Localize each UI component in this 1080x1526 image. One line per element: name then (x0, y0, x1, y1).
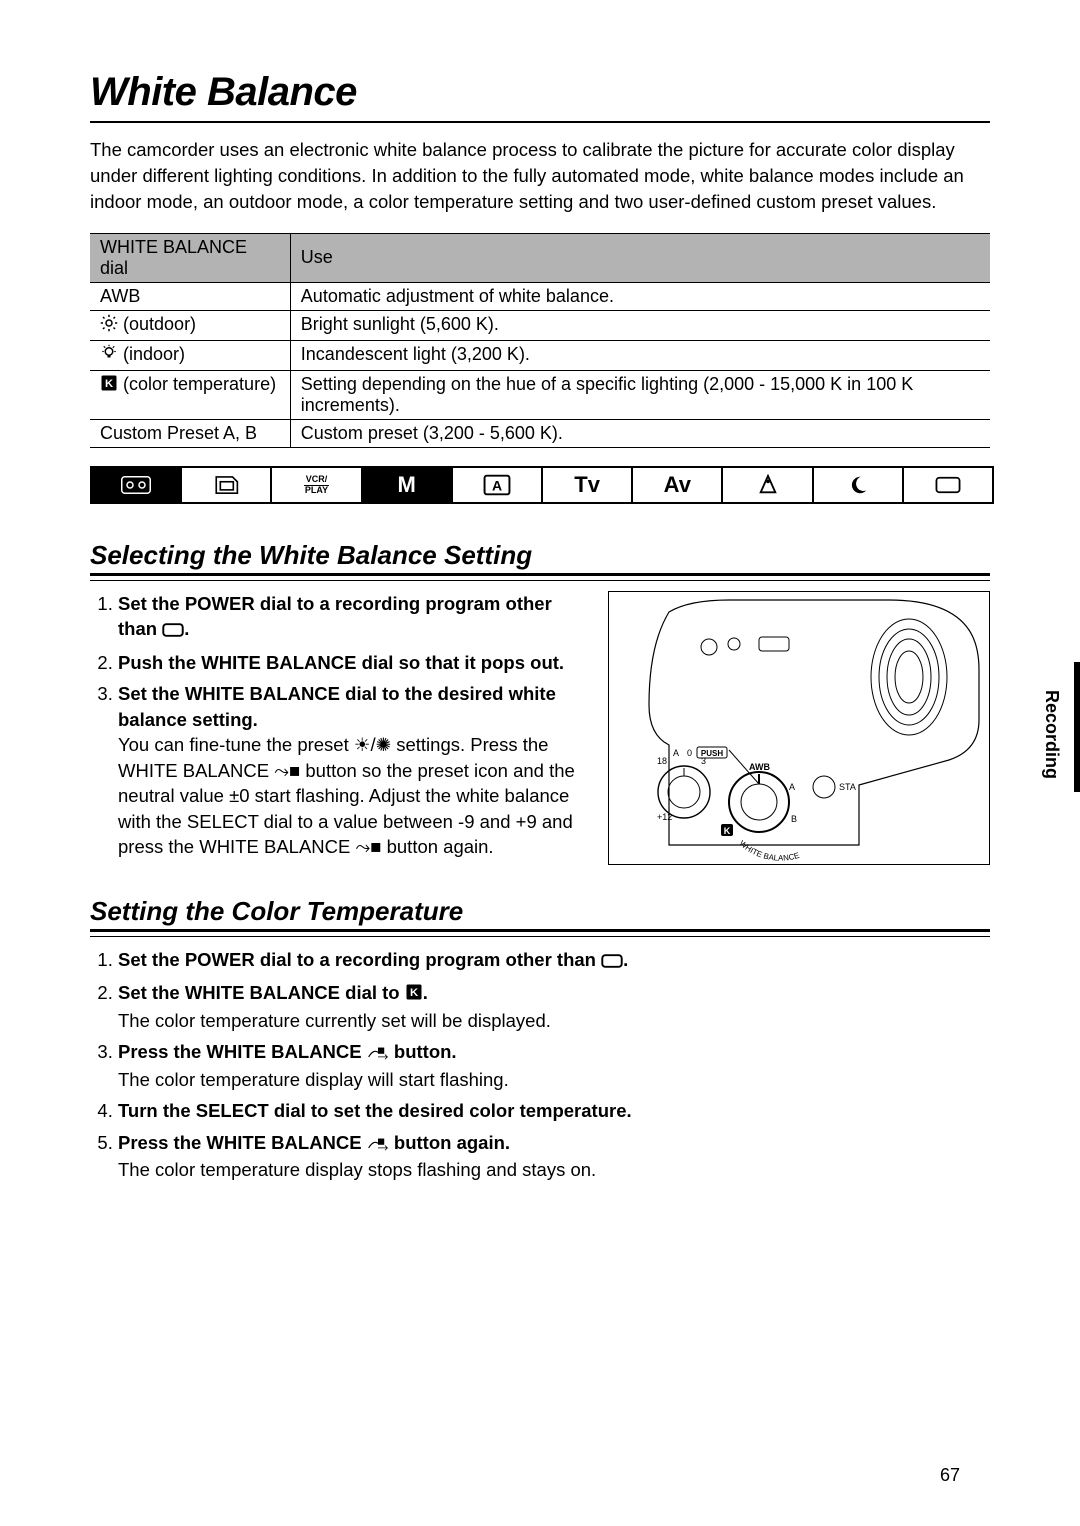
k-box-icon: K (405, 982, 423, 1008)
s1-step2: Push the WHITE BALANCE dial so that it p… (118, 652, 564, 673)
svg-text:B: B (791, 814, 797, 824)
svg-text:18: 18 (657, 756, 667, 766)
s2-step3: Press the WHITE BALANCE (118, 1041, 367, 1062)
use-cell: Setting depending on the hue of a specif… (290, 370, 990, 419)
easy-rect-icon (601, 949, 623, 975)
svg-text:+12: +12 (657, 812, 672, 822)
th-dial: WHITE BALANCE dial (90, 233, 290, 282)
svg-text:K: K (410, 987, 419, 999)
section2-heading: Setting the Color Temperature (90, 896, 990, 927)
section2-steps: Set the POWER dial to a recording progra… (90, 947, 990, 1183)
sidebar-tab (1074, 662, 1080, 792)
s2-step2: Set the WHITE BALANCE dial to (118, 982, 405, 1003)
table-row: (indoor) Incandescent light (3,200 K). (90, 340, 990, 370)
section2-rule (90, 929, 990, 937)
table-row: Custom Preset A, B Custom preset (3,200 … (90, 419, 990, 447)
mode-tape (92, 468, 182, 502)
table-row: K (color temperature) Setting depending … (90, 370, 990, 419)
svg-text:STA: STA (839, 782, 856, 792)
page-number: 67 (940, 1465, 960, 1486)
set-btn-icon (367, 1132, 389, 1158)
mode-easy (904, 468, 992, 502)
mode-tv: Tv (543, 468, 633, 502)
dial-custom: Custom Preset A, B (100, 423, 257, 443)
svg-text:A: A (789, 782, 795, 792)
dial-ct: (color temperature) (123, 374, 276, 394)
dial-awb: AWB (100, 286, 140, 306)
camcorder-diagram: 18 A 0 3 +12 PUSH AWB A B (608, 591, 990, 865)
s2-step4: Turn the SELECT dial to set the desired … (118, 1100, 632, 1121)
s2-step3-note: The color temperature display will start… (118, 1067, 990, 1093)
section1-steps: Set the POWER dial to a recording progra… (90, 591, 594, 860)
th-use: Use (290, 233, 990, 282)
s2-step5: Press the WHITE BALANCE (118, 1132, 367, 1153)
use-cell: Incandescent light (3,200 K). (290, 340, 990, 370)
svg-text:AWB: AWB (749, 762, 770, 772)
s2-step5-note: The color temperature display stops flas… (118, 1157, 990, 1183)
use-cell: Custom preset (3,200 - 5,600 K). (290, 419, 990, 447)
mode-night (814, 468, 904, 502)
intro-text: The camcorder uses an electronic white b… (90, 137, 990, 215)
svg-text:WHITE BALANCE: WHITE BALANCE (738, 838, 801, 862)
use-cell: Bright sunlight (5,600 K). (290, 310, 990, 340)
page-title: White Balance (90, 70, 990, 115)
svg-text:A: A (673, 748, 679, 758)
svg-text:PUSH: PUSH (701, 749, 723, 758)
table-row: AWB Automatic adjustment of white balanc… (90, 282, 990, 310)
white-balance-table: WHITE BALANCE dial Use AWB Automatic adj… (90, 233, 990, 448)
svg-text:K: K (724, 826, 731, 836)
svg-text:A: A (492, 477, 502, 493)
title-rule (90, 121, 990, 123)
s1-step3-note: You can fine-tune the preset ☀/✺ setting… (118, 732, 594, 860)
k-icon: K (100, 374, 118, 397)
use-cell: Automatic adjustment of white balance. (290, 282, 990, 310)
section1-rule (90, 573, 990, 581)
mode-a: A (453, 468, 543, 502)
section1-heading: Selecting the White Balance Setting (90, 540, 990, 571)
mode-m: M (363, 468, 453, 502)
dial-outdoor: (outdoor) (123, 314, 196, 334)
sun-icon (100, 314, 118, 337)
s2-step2-note: The color temperature currently set will… (118, 1008, 990, 1034)
mode-bar: VCR/PLAY M A Tv Av (90, 466, 994, 504)
svg-text:K: K (105, 377, 114, 389)
s1-step3: Set the WHITE BALANCE dial to the desire… (118, 683, 556, 730)
mode-spotlight (723, 468, 813, 502)
easy-rect-icon (162, 618, 184, 644)
table-row: (outdoor) Bright sunlight (5,600 K). (90, 310, 990, 340)
mode-vcr: VCR/PLAY (272, 468, 362, 502)
mode-av: Av (633, 468, 723, 502)
dial-indoor: (indoor) (123, 344, 185, 364)
mode-card (182, 468, 272, 502)
set-btn-icon (367, 1041, 389, 1067)
svg-text:0: 0 (687, 748, 692, 758)
bulb-icon (100, 344, 118, 367)
s2-step1: Set the POWER dial to a recording progra… (118, 949, 601, 970)
side-section-label: Recording (1041, 690, 1062, 779)
